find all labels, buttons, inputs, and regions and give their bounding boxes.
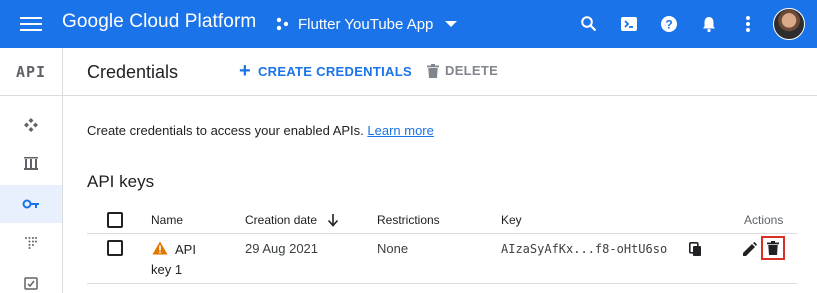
oauth-consent-icon (25, 237, 37, 249)
search-icon[interactable] (579, 14, 599, 34)
avatar[interactable] (773, 8, 805, 40)
table-header: Name Creation date Restrictions Key Acti… (87, 205, 797, 234)
top-app-bar: Google Cloud Platform Flutter YouTube Ap… (0, 0, 817, 48)
project-selector[interactable]: Flutter YouTube App (276, 11, 458, 37)
select-all-checkbox[interactable] (107, 212, 123, 228)
edit-pencil-icon (742, 241, 757, 256)
credentials-key-icon (22, 199, 39, 209)
page-header: Credentials + CREATE CREDENTIALS DELETE (63, 48, 817, 96)
restrictions-value: None (377, 241, 409, 256)
rail-item-domain-verification[interactable] (0, 264, 62, 293)
trash-icon (767, 241, 779, 255)
key-name-line2[interactable]: key 1 (151, 262, 182, 277)
column-header-key[interactable]: Key (501, 213, 522, 227)
create-credentials-label: CREATE CREDENTIALS (257, 63, 412, 79)
api-logo: API (0, 48, 62, 96)
rail-item-dashboard[interactable] (0, 106, 62, 144)
cloud-shell-icon[interactable] (619, 14, 639, 34)
api-key-value: AIzaSyAfKx...f8-oHtU6so (501, 242, 668, 256)
section-title-api-keys: API keys (87, 172, 155, 191)
help-icon[interactable]: ? (659, 14, 679, 34)
copy-key-button[interactable] (683, 237, 707, 261)
library-icon (24, 157, 38, 170)
app-brand[interactable]: Google Cloud Platform (62, 11, 256, 33)
project-icon (276, 17, 289, 31)
add-icon: + (239, 60, 251, 82)
intro-text: Create credentials to access your enable… (87, 123, 434, 138)
column-header-creation-date[interactable]: Creation date (245, 213, 339, 227)
domain-verification-icon (24, 277, 38, 290)
trash-icon (427, 63, 439, 78)
copy-icon (688, 241, 701, 256)
project-name: Flutter YouTube App (298, 15, 434, 33)
arrow-down-icon (327, 214, 339, 227)
delete-key-button[interactable] (761, 236, 785, 260)
rail-item-library[interactable] (0, 145, 62, 183)
intro-description: Create credentials to access your enable… (87, 123, 364, 138)
page-title: Credentials (87, 62, 179, 82)
table-row: API key 1 29 Aug 2021 None AIzaSyAfKx...… (87, 234, 797, 284)
key-name-line1[interactable]: API (175, 242, 196, 257)
menu-icon[interactable] (20, 14, 42, 34)
create-credentials-button[interactable]: + CREATE CREDENTIALS (239, 60, 412, 82)
rail-item-oauth-consent[interactable] (0, 224, 62, 262)
dashboard-icon (24, 118, 38, 132)
learn-more-link[interactable]: Learn more (367, 123, 433, 138)
delete-button[interactable]: DELETE (427, 63, 498, 78)
creation-date-value: 29 Aug 2021 (245, 241, 319, 256)
column-header-creation-date-label: Creation date (245, 213, 318, 227)
edit-key-button[interactable] (737, 237, 761, 261)
notifications-icon[interactable] (699, 14, 719, 34)
column-header-restrictions[interactable]: Restrictions (377, 213, 440, 227)
rail-item-credentials[interactable] (0, 185, 62, 223)
warning-icon (152, 241, 168, 255)
column-header-name[interactable]: Name (151, 213, 183, 227)
delete-label: DELETE (445, 63, 499, 78)
left-nav-rail: API (0, 48, 63, 293)
more-vert-icon[interactable] (738, 14, 758, 34)
column-header-actions: Actions (744, 213, 784, 227)
chevron-down-icon (445, 21, 458, 27)
svg-text:?: ? (665, 18, 672, 32)
row-checkbox[interactable] (107, 240, 123, 256)
